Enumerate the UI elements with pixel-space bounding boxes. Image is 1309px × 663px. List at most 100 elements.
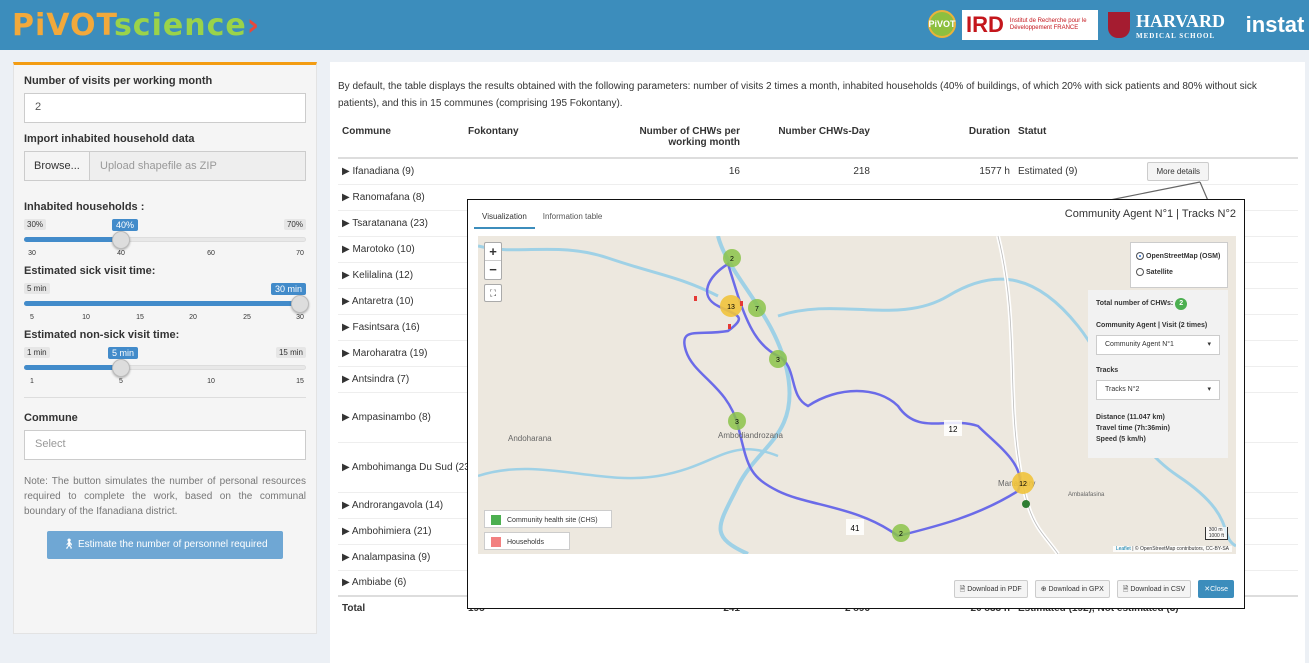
col-statut[interactable]: Statut: [1014, 122, 1298, 159]
tick: 1: [30, 378, 34, 385]
estimate-button[interactable]: 🚶︎ Estimate the number of personnel requ…: [47, 531, 283, 559]
download-pdf-button[interactable]: 🗎 Download in PDF: [953, 580, 1028, 598]
marker-label: 12: [949, 425, 958, 434]
pivot-partner-logo: PiVOT: [928, 10, 956, 38]
layer-osm[interactable]: OpenStreetMap (OSM): [1136, 249, 1222, 265]
nonsick-label: Estimated non-sick visit time:: [24, 329, 180, 341]
place-label: Andoharana: [508, 434, 552, 443]
download-csv-button[interactable]: 🗎 Download in CSV: [1116, 580, 1192, 598]
household-marker[interactable]: [728, 324, 731, 329]
button-label: Download in CSV: [1130, 586, 1186, 593]
layer-control: OpenStreetMap (OSM) Satellite: [1130, 242, 1228, 288]
distance-text: Distance (11.047 km): [1096, 414, 1165, 421]
river: [478, 448, 779, 480]
zoom-in-button[interactable]: +: [485, 243, 501, 261]
layer-label: OpenStreetMap (OSM): [1146, 253, 1221, 260]
agent-label: Community Agent | Visit (2 times): [1096, 322, 1208, 329]
map-view[interactable]: Andoharana Ambodiandrozana Ambalafasina …: [478, 236, 1236, 554]
commune-name: Tsaratanana (23): [352, 217, 428, 229]
households-swatch: [491, 537, 501, 547]
download-gpx-button[interactable]: ⊕ Download in GPX: [1034, 580, 1110, 598]
close-button[interactable]: ✕Close: [1198, 580, 1234, 598]
col-days[interactable]: Number CHWs-Day: [744, 122, 874, 159]
harvard-shield-icon: [1108, 12, 1130, 38]
tick: 10: [207, 378, 215, 385]
tick: 15: [296, 378, 304, 385]
commune-name: Ambohimanga Du Sud (23): [351, 461, 474, 473]
visits-input[interactable]: 2: [24, 93, 306, 123]
sick-handle[interactable]: [291, 295, 309, 313]
nonsick-fill: [24, 365, 121, 370]
fullscreen-icon[interactable]: ⛶: [484, 284, 502, 302]
ird-logo-text: IRD: [966, 12, 1004, 37]
number-marker[interactable]: 41: [846, 519, 864, 535]
commune-name: Analampasina (9): [351, 551, 431, 563]
commune-select[interactable]: Select: [24, 430, 306, 460]
cluster-marker[interactable]: 13: [720, 295, 742, 317]
number-marker[interactable]: 12: [944, 420, 962, 436]
sick-fill: [24, 301, 300, 306]
tick: 15: [136, 314, 144, 321]
nonsick-max: 15 min: [275, 347, 306, 358]
logo-science-text: science: [113, 8, 247, 43]
cluster-marker[interactable]: 7: [748, 299, 766, 317]
household-marker[interactable]: [694, 296, 697, 301]
commune-name: Fasintsara (16): [352, 321, 420, 333]
sick-slider[interactable]: 5 min 30 min 5 10 15 20 25 30: [24, 283, 309, 323]
cluster-marker[interactable]: 12: [1012, 472, 1034, 494]
household-marker[interactable]: [740, 301, 743, 306]
nonsick-min: 1 min: [24, 347, 50, 358]
tab-information-table[interactable]: Information table: [535, 206, 611, 229]
days-cell: 218: [744, 158, 874, 185]
nonsick-slider[interactable]: 1 min 5 min 15 min 1 5 10 15: [24, 347, 306, 387]
leaflet-link[interactable]: Leaflet: [1116, 546, 1131, 552]
cluster-count: 2: [899, 531, 903, 538]
agent-select[interactable]: Community Agent N°1: [1096, 335, 1220, 355]
chws-cell: 16: [614, 158, 744, 185]
nonsick-handle[interactable]: [112, 359, 130, 377]
commune-name: Antsindra (7): [351, 373, 410, 385]
legend-label: Community health site (CHS): [507, 516, 598, 524]
commune-name: Ambiabe (6): [351, 577, 407, 589]
sick-value: 30 min: [270, 283, 306, 295]
commune-name: Ambohimiera (21): [351, 525, 432, 537]
cluster-count: 3: [735, 419, 739, 426]
col-chws[interactable]: Number of CHWs per working month: [614, 122, 744, 159]
radio-icon: [1136, 268, 1144, 277]
col-commune[interactable]: Commune: [338, 122, 464, 159]
harvard-text: HARVARD: [1136, 10, 1226, 31]
households-slider[interactable]: 30% 40% 70% 30 40 60 70: [24, 219, 306, 259]
chs-marker[interactable]: [1022, 500, 1030, 508]
layer-label: Satellite: [1146, 269, 1173, 276]
tick: 70: [296, 250, 304, 257]
cluster-marker[interactable]: 2: [892, 524, 910, 542]
browse-button[interactable]: Browse...: [24, 151, 90, 181]
cluster-marker[interactable]: 3: [769, 350, 787, 368]
total-label: Total: [338, 595, 464, 636]
tracks-select[interactable]: Tracks N°2: [1096, 380, 1220, 400]
fokontany-cell: [464, 158, 614, 185]
pivot-science-logo[interactable]: PiVOTscience›: [12, 8, 260, 43]
modal-tabs: Visualization Information table: [474, 206, 610, 229]
layer-satellite[interactable]: Satellite: [1136, 265, 1222, 281]
cluster-marker[interactable]: 2: [723, 249, 741, 267]
zoom-out-button[interactable]: −: [485, 261, 501, 279]
chs-swatch: [491, 515, 501, 525]
cluster-marker[interactable]: 3: [728, 412, 746, 430]
households-handle[interactable]: [112, 231, 130, 249]
harvard-subtitle: MEDICAL SCHOOL: [1136, 31, 1216, 40]
table-header: Commune Fokontany Number of CHWs per wor…: [338, 122, 1298, 159]
ird-logo: IRD Institut de Recherche pour le Dévelop…: [962, 10, 1098, 40]
upload-field[interactable]: Upload shapefile as ZIP: [90, 151, 306, 181]
modal-buttons: 🗎 Download in PDF ⊕ Download in GPX 🗎 Do…: [953, 580, 1234, 598]
details-modal: Visualization Information table Communit…: [467, 199, 1245, 609]
table-row[interactable]: ▶ Ifanadiana (9) 16 218 1577 h Estimated (9)…: [338, 158, 1298, 185]
cluster-count: 3: [776, 357, 780, 364]
tab-visualization[interactable]: Visualization: [474, 206, 535, 229]
commune-cell[interactable]: ▶ Ifanadiana (9): [338, 158, 464, 185]
tick: 10: [82, 314, 90, 321]
note-text: Note: The button simulates the number of…: [24, 476, 306, 517]
col-fokontany[interactable]: Fokontany: [464, 122, 614, 159]
more-details-button[interactable]: More details: [1147, 161, 1210, 181]
col-duration[interactable]: Duration: [874, 122, 1014, 159]
